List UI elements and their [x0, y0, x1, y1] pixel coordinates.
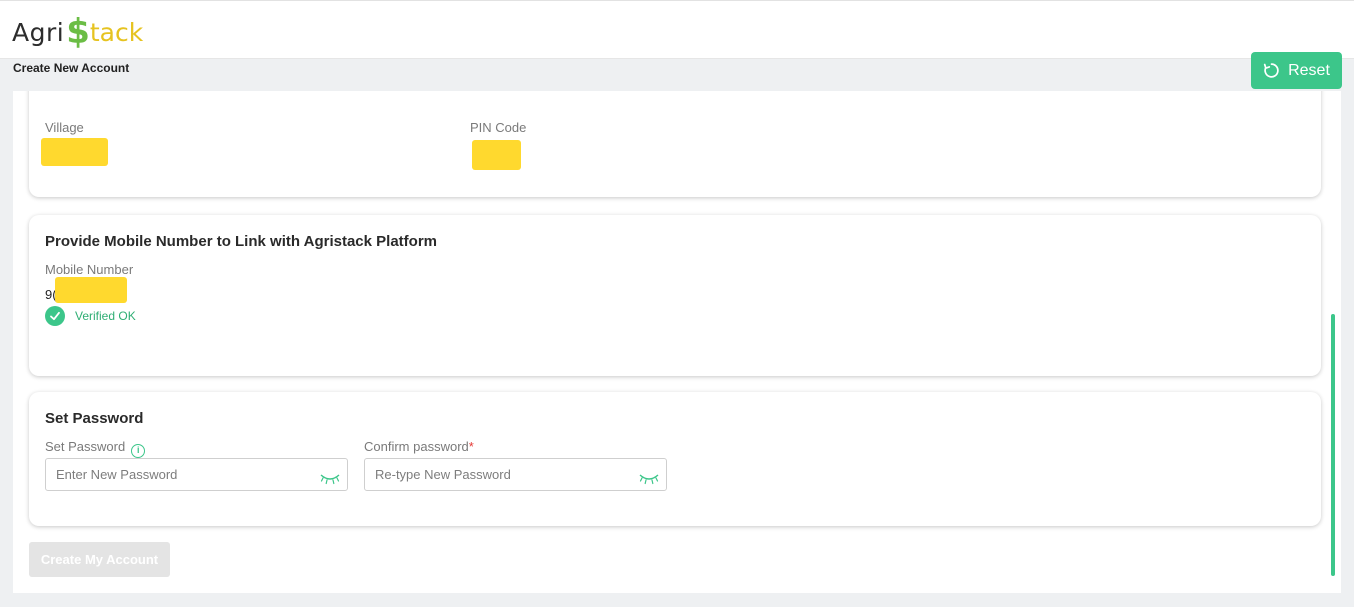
logo-dollar-icon: $	[66, 12, 90, 52]
agristack-logo[interactable]: Agri $ tack	[12, 11, 143, 53]
create-account-button[interactable]: Create My Account	[29, 542, 170, 577]
password-card: Set Password Set Password i Confirm passw…	[29, 392, 1321, 526]
confirm-password-input[interactable]	[365, 459, 625, 490]
set-password-field[interactable]	[45, 458, 348, 491]
password-card-title: Set Password	[45, 410, 144, 427]
check-icon	[45, 306, 65, 326]
info-icon[interactable]: i	[131, 444, 146, 458]
reset-label: Reset	[1288, 61, 1330, 79]
reset-icon	[1263, 63, 1279, 78]
mobile-card-title: Provide Mobile Number to Link with Agris…	[45, 233, 437, 250]
form-panel: Village PIN Code Provide Mobile Number t…	[13, 91, 1341, 593]
eye-closed-icon[interactable]	[639, 473, 659, 485]
village-value-redacted	[41, 138, 108, 166]
pin-code-label: PIN Code	[470, 120, 527, 135]
required-asterisk: *	[468, 439, 474, 454]
scrollbar-thumb[interactable]	[1331, 314, 1335, 576]
app-header: Agri $ tack	[0, 0, 1354, 59]
page-title: Create New Account	[13, 61, 130, 75]
eye-closed-icon[interactable]	[320, 473, 340, 485]
logo-text-agri: Agri	[12, 17, 65, 47]
logo-text-tack: tack	[89, 17, 144, 47]
mobile-card: Provide Mobile Number to Link with Agris…	[29, 215, 1321, 376]
confirm-password-label: Confirm password*	[364, 439, 474, 454]
set-password-label-text: Set Password	[45, 439, 126, 454]
confirm-password-field[interactable]	[364, 458, 667, 491]
address-card: Village PIN Code	[29, 91, 1321, 197]
village-label: Village	[45, 120, 84, 135]
reset-button[interactable]: Reset	[1251, 52, 1342, 89]
mobile-number-redacted	[55, 277, 127, 303]
pin-code-value-redacted	[472, 140, 521, 170]
verified-text: Verified OK	[75, 309, 136, 323]
confirm-password-label-text: Confirm password	[364, 439, 469, 454]
set-password-input[interactable]	[46, 459, 306, 490]
mobile-number-label: Mobile Number	[45, 262, 134, 277]
verified-status: Verified OK	[45, 306, 136, 326]
set-password-label: Set Password i	[45, 439, 146, 458]
